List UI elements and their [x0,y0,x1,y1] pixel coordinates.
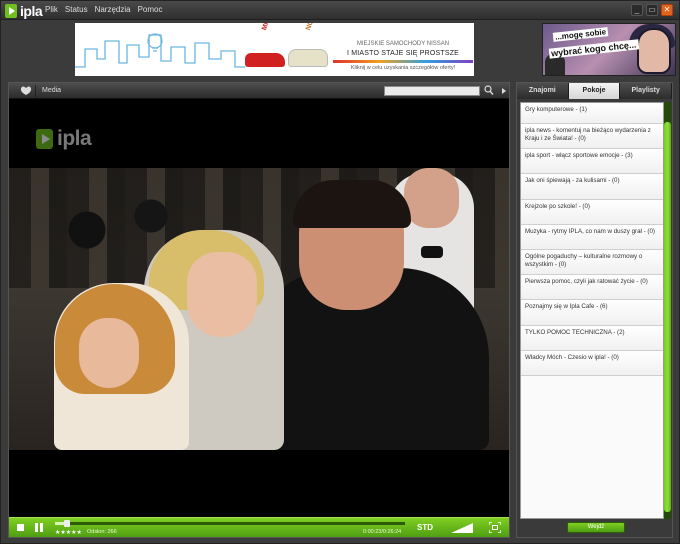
arrow-right-icon[interactable] [500,86,508,96]
man-in-bowtie-head [404,168,459,228]
player-controls: ★★★★★ Odsłon: 266 0:00:23/0:26:24 STD [9,517,509,537]
view-count: Odsłon: 266 [87,529,117,535]
ad-headline: I MIASTO STAJE SIĘ PROSTSZE [346,50,460,57]
side-panel: Znajomi Pokoje Playlisty Gry komputerowe… [516,82,673,538]
fullscreen-icon[interactable] [489,522,501,533]
window-controls: _ ▭ ✕ [631,4,673,16]
list-scrollbar[interactable] [664,102,671,519]
tab-znajomi[interactable]: Znajomi [517,83,569,99]
ad-cta: Kliknij w celu uzyskania szczegółów ofer… [350,65,456,71]
list-item[interactable]: Muzyka - rytmy IPLA, co nam w duszy grał… [521,224,663,250]
list-item[interactable]: Krejzole po szkole! - (0) [521,199,663,225]
menu-status[interactable]: Status [65,5,88,14]
pause-icon[interactable] [35,523,43,532]
watermark-play-icon [36,129,53,149]
side-tabs: Znajomi Pokoje Playlisty [517,83,673,99]
video-frame[interactable]: ipla [9,100,509,517]
list-item[interactable]: ipla news - komentuj na bieżąco wydarzen… [521,124,663,150]
close-button[interactable]: ✕ [661,4,673,16]
scrollbar-thumb[interactable] [664,122,671,512]
logo-text: ipla [20,2,43,19]
channel-watermark: ipla [36,127,92,151]
list-item[interactable]: Gry komputerowe - (1) [521,103,663,124]
media-label[interactable]: Media [42,87,61,94]
tab-playlisty[interactable]: Playlisty [620,83,673,99]
video-player: Media ipla ★★★★★ Odsłon: 266 0:00:23/0:2… [8,82,510,538]
red-car-image [245,53,285,67]
redhead-woman-face [79,318,139,388]
watermark-text: ipla [57,127,92,150]
menu-plik[interactable]: Plik [45,5,58,14]
time-display: 0:00:23/0:26:24 [363,529,402,535]
list-item[interactable]: Pierwsza pomoc, czyli jak ratować życie … [521,275,663,301]
volume-icon[interactable] [451,523,473,533]
list-item[interactable]: Władcy Móch - Czesio w ipla! - (0) [521,350,663,376]
city-skyline-illustration [75,33,245,68]
player-toolbar: Media [9,83,509,99]
stop-icon[interactable] [17,524,24,531]
play-logo-icon [5,3,17,18]
bowtie-shape [421,246,443,258]
search-icon[interactable] [484,85,494,96]
app-logo: ipla [5,2,43,19]
video-scene [9,168,509,450]
ipla-window: ipla Plik Status Narzędzia Pomoc _ ▭ ✕ M… [0,0,680,544]
search-input[interactable] [384,86,480,96]
maximize-button[interactable]: ▭ [646,4,658,16]
ad-banner-nissan[interactable]: MICRA NOTE MIEJSKIE SAMOCHODY NISSAN I M… [75,23,474,76]
title-bar: ipla Plik Status Narzędzia Pomoc _ ▭ ✕ [1,1,679,20]
progress-bar[interactable] [55,520,405,527]
ad-face-image [637,28,671,74]
minimize-button[interactable]: _ [631,4,643,16]
menu-pomoc[interactable]: Pomoc [138,5,163,14]
list-item[interactable]: TYLKO POMOC TECHNICZNA - (2) [521,325,663,351]
list-item[interactable]: Ogólne pogaduchy – kulturalne rozmowy o … [521,249,663,276]
toolbar-separator [35,85,36,97]
ad-banner-right[interactable]: ...mogę sobie wybrać kogo chcę... [542,23,676,76]
ad-brand-micra: MICRA [261,23,275,31]
menu-bar: Plik Status Narzędzia Pomoc [45,5,163,14]
list-item[interactable]: Jak oni śpiewają - za kulisami - (0) [521,174,663,200]
progress-knob[interactable] [64,520,71,527]
menu-narzedzia[interactable]: Narzędzia [95,5,131,14]
tab-pokoje[interactable]: Pokoje [568,83,621,99]
rating-stars[interactable]: ★★★★★ [55,529,82,536]
ad-right-line2: wybrać kogo chcę... [548,39,639,59]
quality-toggle[interactable]: STD [417,523,433,532]
ad-headline-small: MIEJSKIE SAMOCHODY NISSAN [356,41,450,47]
ad-color-stripe [333,60,473,63]
white-car-image [288,49,328,67]
ad-brand-note: NOTE [305,23,318,31]
blonde-woman-face [187,252,257,337]
rooms-list: Gry komputerowe - (1) ipla news - koment… [520,102,664,519]
media-icon[interactable] [20,85,32,96]
ad-right-line1: ...mogę sobie [552,27,609,42]
enter-room-button[interactable]: Wejdź [567,522,625,533]
list-item[interactable]: ipla sport - włącz sportowe emocje - (3) [521,149,663,175]
man-in-black-suit-hair [293,180,411,228]
list-item[interactable]: Poznajmy się w Ipla Cafe - (6) [521,300,663,326]
